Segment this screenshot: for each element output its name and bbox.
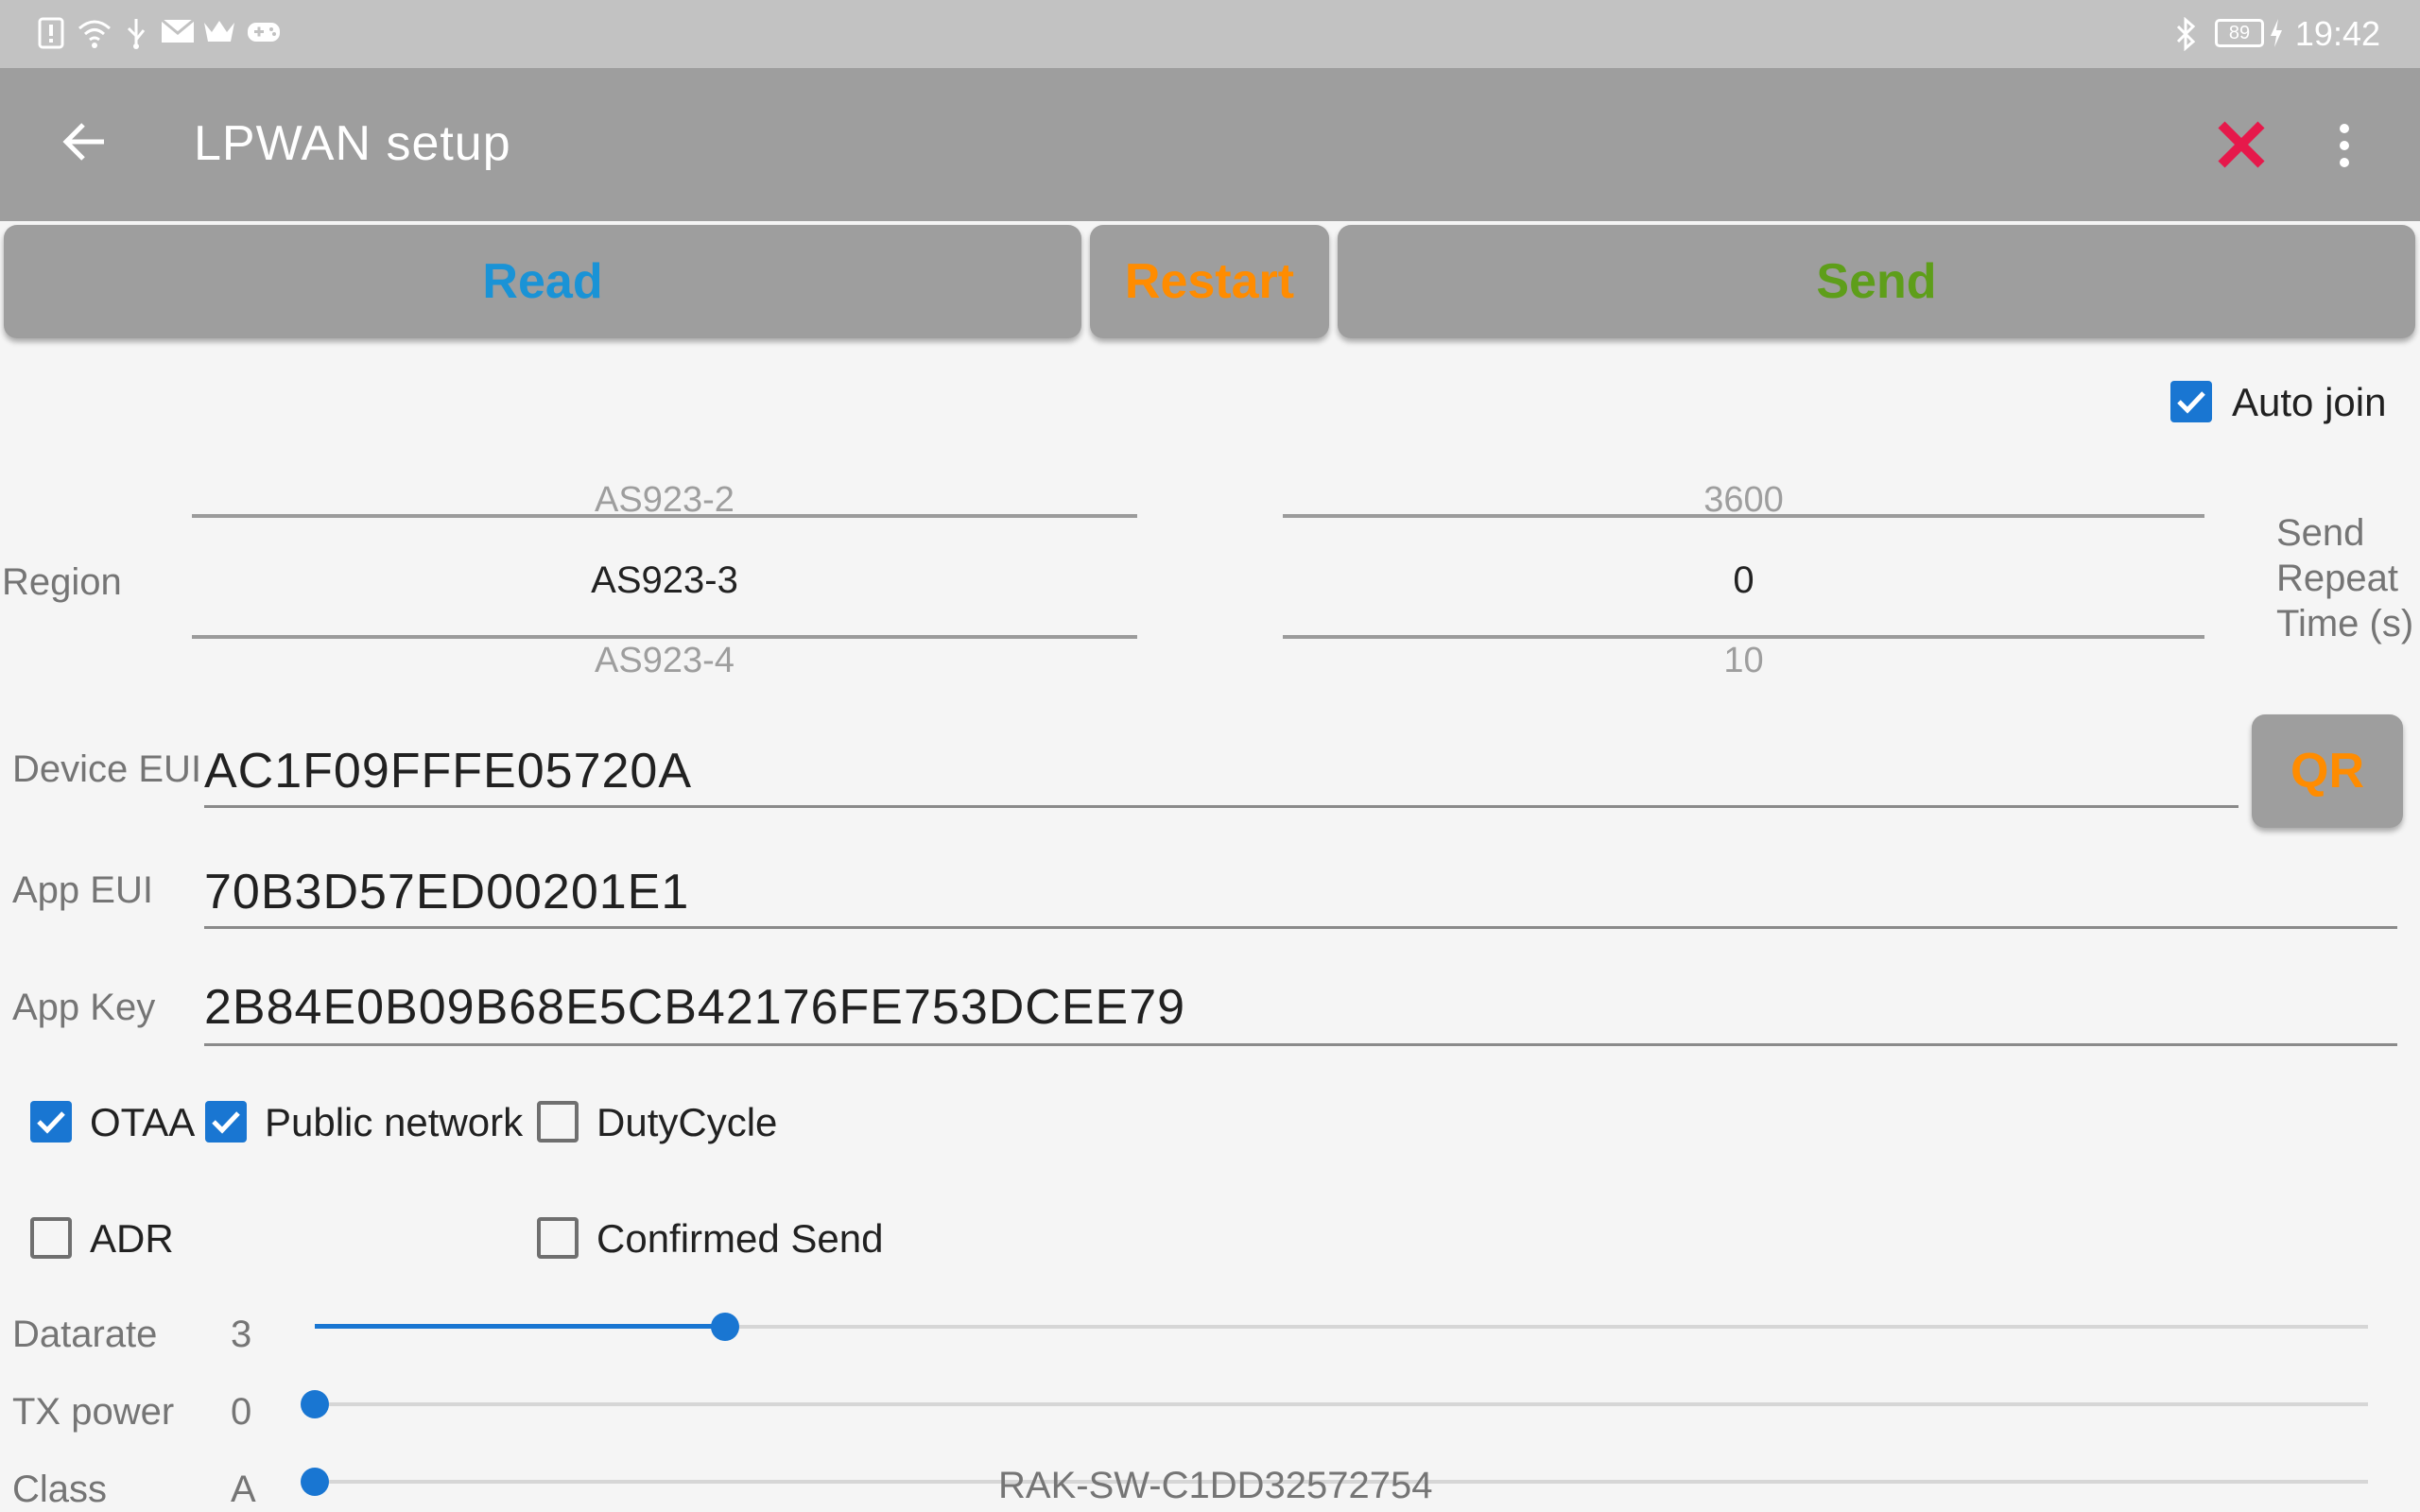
- page-title: LPWAN setup: [194, 116, 511, 171]
- device-eui-label: Device EUI: [12, 748, 202, 790]
- bluetooth-icon: [2174, 16, 2197, 52]
- battery-icon: 89: [2215, 19, 2264, 47]
- usb-icon: [125, 17, 147, 51]
- battery-level: 89: [2228, 23, 2251, 43]
- class-value: A: [231, 1469, 256, 1510]
- tx-power-value: 0: [231, 1391, 252, 1433]
- app-eui-field[interactable]: 70B3D57ED00201E1: [204, 864, 689, 920]
- charging-icon: [2269, 17, 2284, 51]
- send-repeat-label-line: Repeat: [2276, 558, 2398, 599]
- field-underline: [204, 805, 2238, 808]
- more-vert-icon[interactable]: [2337, 123, 2352, 173]
- class-label: Class: [12, 1469, 108, 1510]
- otaa-label: OTAA: [90, 1100, 196, 1144]
- duty-cycle-checkbox[interactable]: [537, 1101, 579, 1143]
- region-next-option[interactable]: AS923-4: [192, 641, 1137, 681]
- app-key-label: App Key: [12, 987, 156, 1028]
- field-underline: [204, 926, 2397, 929]
- region-selected[interactable]: AS923-3: [192, 559, 1137, 602]
- picker-divider: [192, 514, 1137, 518]
- slider-track[interactable]: [315, 1402, 2368, 1406]
- auto-join-label: Auto join: [2232, 380, 2387, 424]
- app-bar: LPWAN setup: [0, 68, 2420, 221]
- send-repeat-label-line: Time (s): [2276, 603, 2414, 644]
- arrow-left-icon[interactable]: [62, 121, 108, 167]
- send-button[interactable]: Send: [1338, 225, 2415, 338]
- crown-icon: [202, 17, 236, 51]
- datarate-value: 3: [231, 1314, 252, 1355]
- public-network-label: Public network: [265, 1100, 524, 1144]
- slider-thumb[interactable]: [301, 1390, 329, 1418]
- read-button[interactable]: Read: [4, 225, 1081, 338]
- slider-fill: [315, 1324, 726, 1329]
- app-key-field[interactable]: 2B84E0B09B68E5CB42176FE753DCEE79: [204, 979, 1185, 1036]
- restart-button[interactable]: Restart: [1090, 225, 1329, 338]
- confirmed-send-checkbox[interactable]: [537, 1217, 579, 1259]
- qr-scan-button[interactable]: QR: [2252, 714, 2403, 828]
- public-network-checkbox[interactable]: [205, 1101, 247, 1143]
- wifi-icon: [78, 17, 112, 51]
- gamepad-icon: [246, 17, 282, 51]
- app-eui-label: App EUI: [12, 869, 153, 911]
- auto-join-checkbox[interactable]: [2170, 381, 2212, 422]
- confirmed-send-label: Confirmed Send: [596, 1216, 884, 1261]
- region-label: Region: [2, 561, 122, 603]
- repeat-selected[interactable]: 0: [1283, 559, 2204, 602]
- duty-cycle-label: DutyCycle: [596, 1100, 778, 1144]
- picker-divider: [1283, 635, 2204, 639]
- notification-alert-icon: [38, 17, 64, 51]
- close-icon[interactable]: [2216, 119, 2267, 175]
- datarate-label: Datarate: [12, 1314, 158, 1355]
- slider-thumb[interactable]: [711, 1313, 740, 1341]
- send-repeat-label-line: Send: [2276, 512, 2365, 554]
- picker-divider: [1283, 514, 2204, 518]
- mail-icon: [161, 17, 195, 51]
- otaa-checkbox[interactable]: [30, 1101, 72, 1143]
- send-repeat-label: Send Repeat Time (s): [2276, 510, 2413, 646]
- field-underline: [204, 1043, 2397, 1046]
- picker-divider: [192, 635, 1137, 639]
- device-name: RAK-SW-C1DD32572754: [998, 1465, 1433, 1506]
- status-bar: 89 19:42: [0, 0, 2420, 68]
- repeat-next-option[interactable]: 10: [1283, 641, 2204, 681]
- device-eui-field[interactable]: AC1F09FFFE05720A: [204, 743, 692, 799]
- clock: 19:42: [2294, 14, 2380, 53]
- adr-checkbox[interactable]: [30, 1217, 72, 1259]
- slider-thumb[interactable]: [301, 1468, 329, 1496]
- tx-power-label: TX power: [12, 1391, 175, 1433]
- adr-label: ADR: [90, 1216, 174, 1261]
